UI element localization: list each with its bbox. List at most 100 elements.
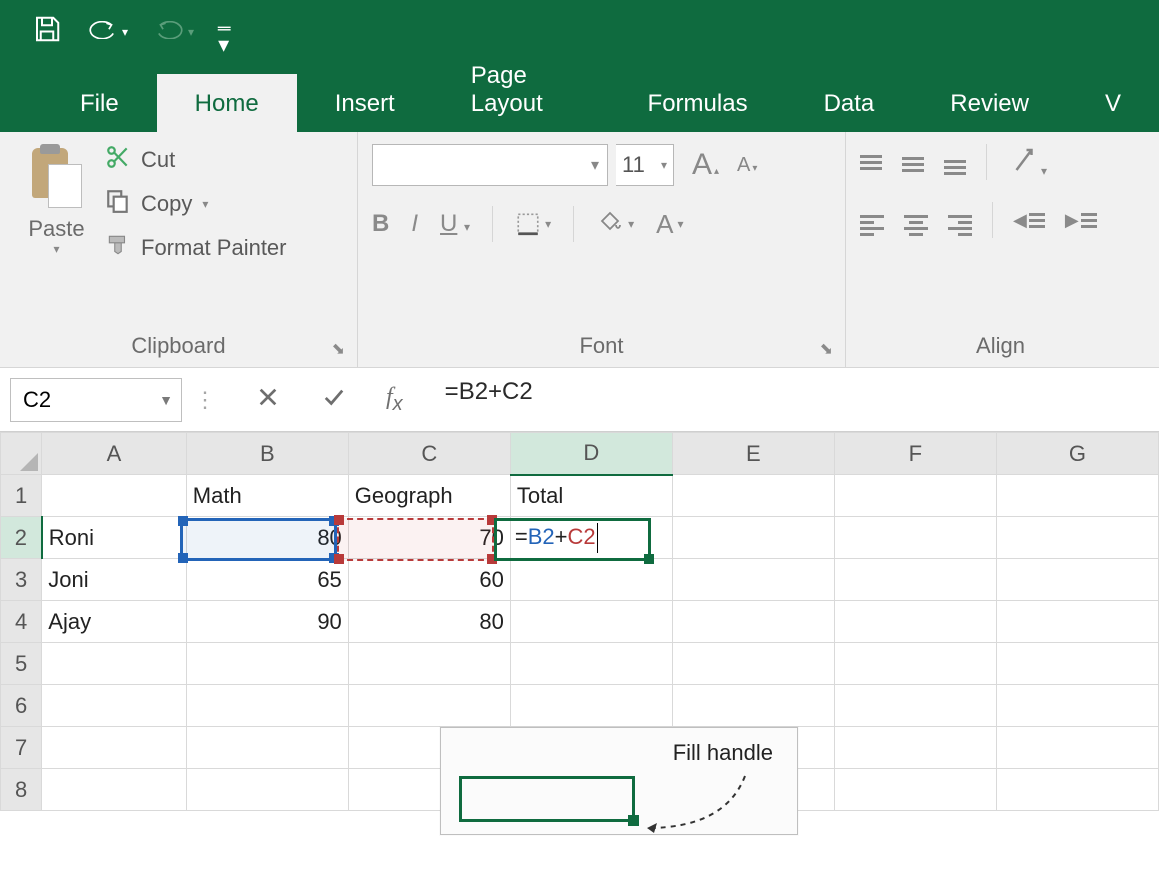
cell[interactable] [42,727,186,769]
undo-button[interactable]: ▾ [86,19,128,45]
decrease-indent-button[interactable]: ◀ [1013,210,1045,231]
cell[interactable] [672,517,834,559]
borders-button[interactable]: ▾ [515,211,551,237]
tab-view[interactable]: V [1067,74,1159,132]
cell[interactable]: Math [186,475,348,517]
caret-down-icon[interactable]: ▾ [122,25,128,39]
row-header-8[interactable]: 8 [1,769,42,811]
cell[interactable] [672,559,834,601]
fill-color-button[interactable]: ▾ [596,209,634,240]
cell[interactable] [834,727,996,769]
cell[interactable] [834,601,996,643]
col-header-C[interactable]: C [348,433,510,475]
tab-file[interactable]: File [42,74,157,132]
cell[interactable]: 90 [186,601,348,643]
align-center-button[interactable] [904,205,928,236]
col-header-B[interactable]: B [186,433,348,475]
cancel-formula-button[interactable] [254,386,282,413]
cell[interactable]: 80 [186,517,348,559]
name-box[interactable]: C2 ▼ [10,378,182,422]
save-icon[interactable] [32,14,62,50]
cell[interactable] [42,475,186,517]
cell[interactable] [186,727,348,769]
cell[interactable]: Total [510,475,672,517]
col-header-A[interactable]: A [42,433,186,475]
cell[interactable] [996,685,1158,727]
row-header-1[interactable]: 1 [1,475,42,517]
cell[interactable]: 60 [348,559,510,601]
bold-button[interactable]: B [372,210,389,238]
enter-formula-button[interactable] [320,386,348,413]
cell[interactable] [672,475,834,517]
col-header-F[interactable]: F [834,433,996,475]
tab-data[interactable]: Data [786,74,913,132]
cell[interactable] [996,643,1158,685]
cut-button[interactable]: Cut [105,144,287,176]
font-color-button[interactable]: A ▾ [656,209,683,240]
increase-font-button[interactable]: A▴ [692,148,719,182]
fx-icon[interactable]: fx [386,384,403,416]
cell[interactable]: Joni [42,559,186,601]
cell[interactable] [996,601,1158,643]
tab-home[interactable]: Home [157,74,297,132]
customize-qat-icon[interactable]: ‗▾ [218,6,228,58]
cell-editing[interactable]: =B2+C2 [510,517,672,559]
cell[interactable] [348,643,510,685]
row-header-5[interactable]: 5 [1,643,42,685]
cell[interactable] [672,601,834,643]
cell[interactable] [510,643,672,685]
row-header-6[interactable]: 6 [1,685,42,727]
cell[interactable]: 70 [348,517,510,559]
cell[interactable] [996,475,1158,517]
cell[interactable] [510,559,672,601]
format-painter-button[interactable]: Format Painter [105,232,287,264]
underline-button[interactable]: U [440,210,457,237]
copy-button[interactable]: Copy ▾ [105,188,287,220]
cell[interactable] [834,475,996,517]
decrease-font-button[interactable]: A▾ [737,154,757,177]
col-header-E[interactable]: E [672,433,834,475]
cell[interactable] [186,643,348,685]
cell[interactable] [996,559,1158,601]
cell[interactable] [834,643,996,685]
cell[interactable]: 80 [348,601,510,643]
row-header-7[interactable]: 7 [1,727,42,769]
cell[interactable] [672,685,834,727]
cell[interactable]: 65 [186,559,348,601]
formula-input[interactable]: =B2+C2 [429,378,1145,422]
align-bottom-button[interactable] [944,150,966,175]
cell[interactable] [834,559,996,601]
cell[interactable] [510,601,672,643]
cell[interactable] [672,643,834,685]
cell[interactable] [186,769,348,811]
row-header-4[interactable]: 4 [1,601,42,643]
orientation-button[interactable]: ▾ [1007,145,1047,180]
caret-down-icon[interactable]: ▾ [464,220,470,234]
cell[interactable] [42,685,186,727]
cell[interactable] [42,643,186,685]
cell[interactable] [186,685,348,727]
increase-indent-button[interactable]: ▶ [1065,210,1097,231]
cell[interactable] [834,685,996,727]
spreadsheet-grid[interactable]: A B C D E F G 1 Math Geograph Total 2 Ro… [0,432,1159,811]
cell[interactable] [348,685,510,727]
cell[interactable] [996,769,1158,811]
cell[interactable] [996,727,1158,769]
align-top-button[interactable] [860,145,882,179]
col-header-D[interactable]: D [510,433,672,475]
align-left-button[interactable] [860,205,884,236]
cell[interactable] [834,769,996,811]
col-header-G[interactable]: G [996,433,1158,475]
caret-down-icon[interactable]: ▾ [202,197,208,211]
dialog-launcher-icon[interactable]: ⬊ [332,339,345,359]
tab-review[interactable]: Review [912,74,1067,132]
row-header-2[interactable]: 2 [1,517,42,559]
tab-formulas[interactable]: Formulas [610,74,786,132]
align-right-button[interactable] [948,205,972,236]
cell[interactable] [834,517,996,559]
paste-button[interactable]: Paste ▾ [14,144,99,329]
cell[interactable] [996,517,1158,559]
font-name-select[interactable]: ▾ [372,144,608,186]
cell[interactable]: Roni [42,517,186,559]
dialog-launcher-icon[interactable]: ⬊ [820,339,833,359]
